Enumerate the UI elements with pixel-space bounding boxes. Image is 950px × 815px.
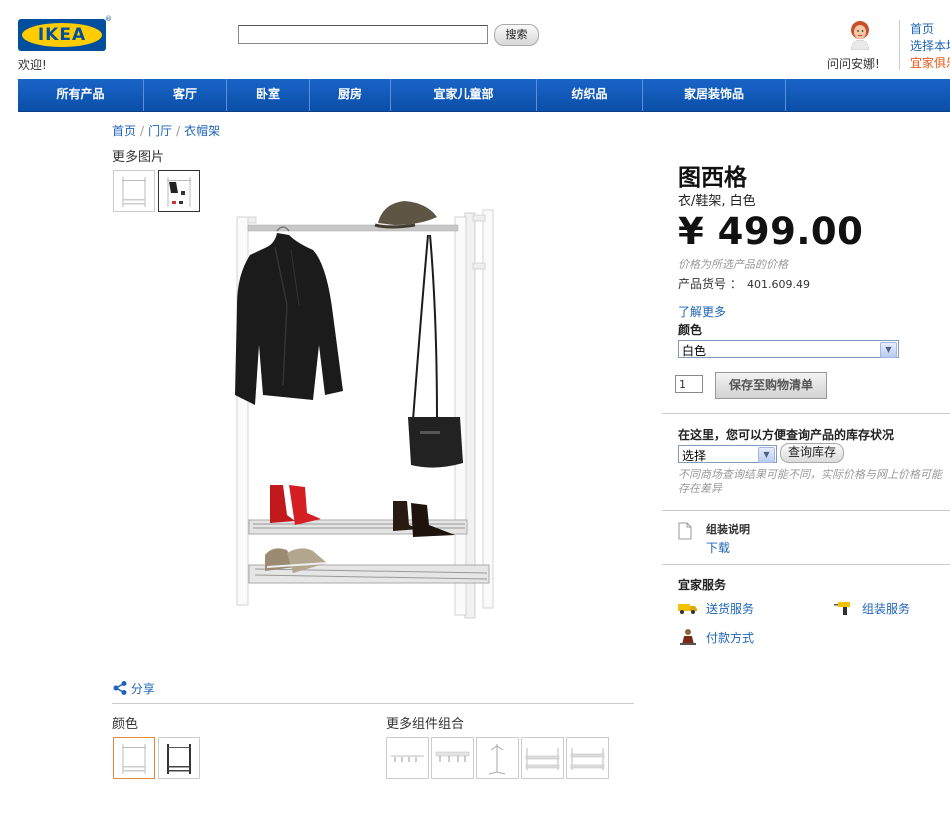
combination-thumb-3[interactable]	[476, 737, 519, 779]
delivery-service-link[interactable]: 送货服务	[706, 600, 754, 617]
section-divider	[662, 510, 950, 511]
nav-all-products[interactable]: 所有产品	[18, 79, 144, 111]
drill-icon	[834, 600, 852, 619]
ask-anna-avatar-icon[interactable]	[848, 20, 872, 51]
color-swatch-black[interactable]	[158, 737, 200, 779]
breadcrumb-separator: /	[140, 124, 145, 138]
nav-decoration[interactable]: 家居装饰品	[643, 79, 786, 111]
welcome-text: 欢迎!	[18, 58, 47, 72]
product-main-image[interactable]	[215, 195, 515, 645]
payment-method-link[interactable]: 付款方式	[706, 629, 754, 646]
gallery-thumb-2[interactable]	[158, 170, 200, 212]
main-nav: 所有产品 客厅 卧室 厨房 宜家儿童部 纺织品 家居装饰品	[18, 79, 950, 112]
quantity-input[interactable]: 1	[675, 375, 703, 393]
nav-kitchen[interactable]: 厨房	[310, 79, 391, 111]
combination-thumb-1[interactable]	[386, 737, 429, 779]
logo-registered-mark: ®	[105, 15, 112, 23]
header-divider	[899, 20, 900, 70]
combination-thumb-4[interactable]	[521, 737, 564, 779]
product-name: 图西格	[678, 164, 747, 191]
section-divider	[662, 564, 950, 565]
top-link-family[interactable]: 宜家俱乐	[910, 54, 950, 71]
assembly-instructions-title: 组装说明	[706, 523, 750, 536]
nav-bedroom[interactable]: 卧室	[227, 79, 310, 111]
ikea-logo[interactable]: IKEA ®	[18, 15, 112, 51]
breadcrumb: 首页 / 门厅 / 衣帽架	[112, 122, 220, 139]
color-label: 颜色	[678, 323, 703, 337]
ikea-services-title: 宜家服务	[678, 578, 727, 592]
more-pictures-label: 更多图片	[112, 150, 165, 165]
document-icon	[678, 522, 692, 540]
search-input[interactable]	[238, 25, 488, 44]
assembly-service-link[interactable]: 组装服务	[862, 600, 910, 617]
stock-note: 不同商场查询结果可能不同，实际价格与网上价格可能存在差异	[678, 468, 942, 495]
stock-check-title: 在这里，您可以方便查询产品的库存状况	[678, 428, 895, 442]
nav-textiles[interactable]: 纺织品	[537, 79, 643, 111]
product-description: 衣/鞋架, 白色	[678, 194, 756, 209]
nav-living-room[interactable]: 客厅	[144, 79, 227, 111]
breadcrumb-home[interactable]: 首页	[112, 124, 136, 138]
article-number-label: 产品货号 ：	[678, 277, 742, 291]
save-to-shopping-list-button[interactable]: 保存至购物清单	[715, 372, 827, 399]
more-combinations-label: 更多组件组合	[386, 717, 465, 732]
share-icon	[113, 681, 127, 695]
chevron-down-icon: ▼	[758, 447, 775, 463]
color-swatch-white[interactable]	[113, 737, 155, 779]
price-note: 价格为所选产品的价格	[678, 258, 788, 271]
top-link-choose-local[interactable]: 选择本地	[910, 37, 950, 54]
section-divider	[662, 413, 950, 414]
nav-children[interactable]: 宜家儿童部	[391, 79, 537, 111]
breadcrumb-hallway[interactable]: 门厅	[148, 124, 172, 138]
product-price: ¥ 499.00	[678, 210, 864, 253]
bottom-divider	[112, 703, 634, 704]
ask-anna-link[interactable]: 问问安娜!	[827, 55, 880, 72]
share-link[interactable]: 分享	[113, 680, 155, 697]
payment-icon	[680, 628, 696, 649]
search-button[interactable]: 搜索	[494, 24, 539, 46]
logo-text: IKEA	[22, 23, 102, 47]
top-link-home[interactable]: 首页	[910, 20, 934, 37]
share-label: 分享	[130, 682, 155, 696]
article-number: 401.609.49	[747, 278, 810, 291]
chevron-down-icon: ▼	[880, 342, 897, 358]
breadcrumb-coat-racks[interactable]: 衣帽架	[184, 124, 220, 138]
color-select-value: 白色	[682, 344, 707, 358]
gallery-thumb-1[interactable]	[113, 170, 155, 212]
breadcrumb-separator: /	[176, 124, 181, 138]
store-select[interactable]: 选择 ▼	[678, 445, 777, 463]
color-select[interactable]: 白色 ▼	[678, 340, 899, 358]
truck-icon	[678, 601, 698, 618]
learn-more-link[interactable]: 了解更多	[678, 303, 726, 320]
combination-thumb-5[interactable]	[566, 737, 609, 779]
download-link[interactable]: 下载	[706, 539, 730, 556]
color-options-label: 颜色	[112, 717, 139, 732]
store-select-value: 选择	[682, 449, 707, 463]
combination-thumb-2[interactable]	[431, 737, 474, 779]
check-stock-button[interactable]: 查询库存	[780, 443, 844, 463]
